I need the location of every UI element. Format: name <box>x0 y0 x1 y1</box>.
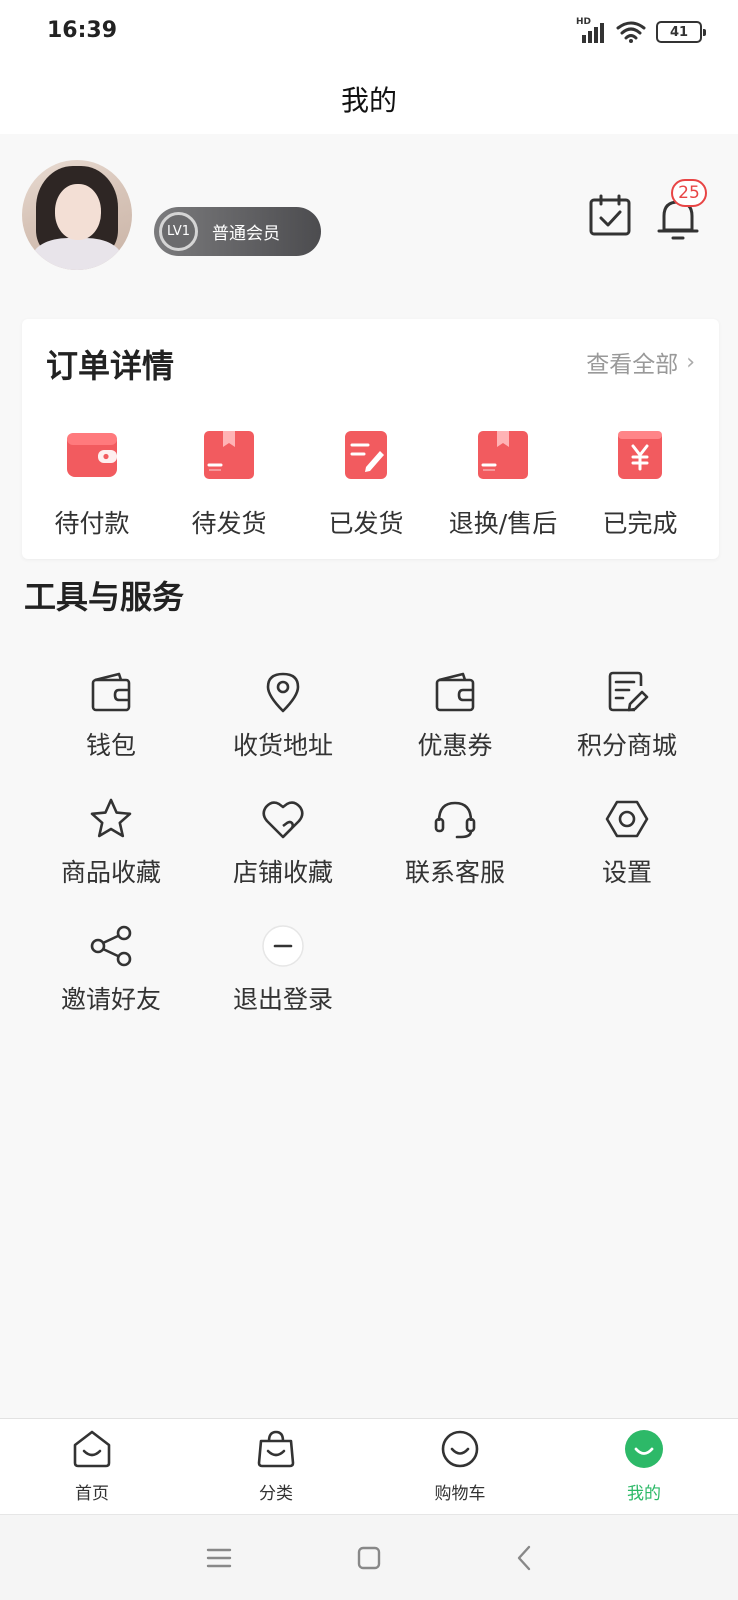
tab-home[interactable]: 首页 <box>0 1419 184 1515</box>
member-label: 普通会员 <box>212 224 280 244</box>
tool-label: 联系客服 <box>404 858 505 887</box>
star-icon <box>90 798 132 838</box>
menu-icon[interactable] <box>202 1541 236 1575</box>
wifi-icon <box>616 21 646 43</box>
calendar-check-icon[interactable] <box>587 193 633 239</box>
tool-shipping-address[interactable]: 收货地址 <box>197 670 369 770</box>
tool-label: 收货地址 <box>232 731 333 760</box>
profile-smile-icon <box>625 1430 663 1468</box>
tab-label: 我的 <box>627 1484 661 1504</box>
tool-label: 退出登录 <box>232 985 333 1014</box>
order-status-to-ship[interactable]: 待发货 <box>159 429 299 539</box>
headset-icon <box>434 801 476 839</box>
bottom-tab-bar: 首页 分类 购物车 我的 <box>0 1418 738 1514</box>
order-status-label: 已发货 <box>328 509 404 538</box>
status-indicators: HD 41 <box>576 17 706 46</box>
tab-profile[interactable]: 我的 <box>552 1419 736 1515</box>
tab-label: 购物车 <box>434 1484 486 1504</box>
tool-settings[interactable]: 设置 <box>541 797 713 897</box>
notification-count-badge: 25 <box>671 179 707 207</box>
order-status-shipped[interactable]: 已发货 <box>296 429 436 539</box>
tool-label: 邀请好友 <box>60 985 161 1014</box>
tool-store-favorites[interactable]: 店铺收藏 <box>197 797 369 897</box>
home-square-icon[interactable] <box>352 1541 386 1575</box>
share-icon <box>90 925 132 967</box>
tool-customer-service[interactable]: 联系客服 <box>369 797 541 897</box>
shopping-bag-icon <box>257 1430 295 1468</box>
signal-hd-tag: HD <box>576 17 592 27</box>
order-status-label: 待发货 <box>191 509 267 538</box>
system-nav-bar <box>0 1514 738 1600</box>
order-status-label: 待付款 <box>54 509 130 538</box>
order-status-after-sales[interactable]: 退换/售后 <box>433 429 573 539</box>
tab-category[interactable]: 分类 <box>184 1419 368 1515</box>
member-level-badge[interactable]: LV1 普通会员 <box>154 207 321 256</box>
avatar[interactable] <box>22 160 132 270</box>
order-status-label: 退换/售后 <box>448 509 558 538</box>
back-chevron-icon[interactable] <box>508 1541 542 1575</box>
tool-points-mall[interactable]: 积分商城 <box>541 670 713 770</box>
tool-wallet[interactable]: 钱包 <box>25 670 197 770</box>
view-all-label: 查看全部 <box>586 352 679 378</box>
tool-invite-friends[interactable]: 邀请好友 <box>25 924 197 1024</box>
tool-label: 积分商城 <box>576 731 677 760</box>
heart-icon <box>262 801 304 839</box>
edit-document-icon <box>608 671 649 712</box>
tool-label: 优惠券 <box>417 731 493 760</box>
tool-coupons[interactable]: 优惠券 <box>369 670 541 770</box>
cart-smile-icon <box>441 1430 479 1468</box>
wallet-icon <box>91 672 131 712</box>
tool-label: 设置 <box>601 858 652 887</box>
level-badge: LV1 <box>159 212 198 251</box>
package-icon <box>204 431 254 479</box>
tool-logout[interactable]: 退出登录 <box>197 924 369 1024</box>
page-title: 我的 <box>340 84 397 117</box>
home-icon <box>73 1430 111 1468</box>
view-all-orders-link[interactable]: 查看全部 › <box>586 345 695 379</box>
tab-label: 分类 <box>259 1484 293 1504</box>
status-time: 16:39 <box>47 18 118 43</box>
order-status-pending-payment[interactable]: 待付款 <box>22 429 162 539</box>
tool-label: 店铺收藏 <box>232 858 333 887</box>
coupon-wallet-icon <box>435 672 475 712</box>
yuan-bag-icon <box>618 431 662 479</box>
order-status-label: 已完成 <box>602 509 678 538</box>
tab-cart[interactable]: 购物车 <box>368 1419 552 1515</box>
note-icon <box>345 431 387 479</box>
location-pin-icon <box>266 672 300 713</box>
title-bar: 我的 <box>0 64 738 134</box>
chevron-right-icon: › <box>686 349 695 375</box>
battery-indicator: 41 <box>656 21 706 43</box>
settings-hexagon-icon <box>605 800 649 838</box>
order-status-completed[interactable]: 已完成 <box>570 429 710 539</box>
wallet-icon <box>67 433 117 477</box>
cellular-signal-icon: HD <box>576 17 606 45</box>
order-section-title: 订单详情 <box>46 347 175 385</box>
tool-label: 商品收藏 <box>60 858 161 887</box>
return-package-icon <box>478 431 528 479</box>
tab-label: 首页 <box>75 1484 109 1504</box>
tools-section-title: 工具与服务 <box>24 578 185 616</box>
tool-label: 钱包 <box>85 731 136 760</box>
tool-product-favorites[interactable]: 商品收藏 <box>25 797 197 897</box>
status-bar: 16:39 HD 41 <box>0 0 738 64</box>
order-card: 订单详情 查看全部 › 待付款 待发货 已发货 退换/售后 已完成 <box>22 319 719 559</box>
minus-circle-icon <box>262 925 304 967</box>
